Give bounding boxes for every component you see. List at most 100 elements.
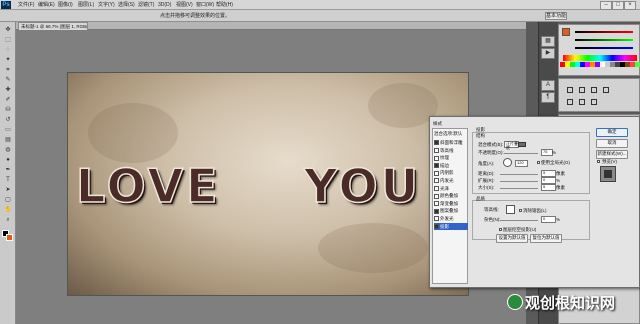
- ok-button[interactable]: 确定: [596, 128, 628, 137]
- minimize-icon[interactable]: –: [600, 1, 612, 10]
- style-checkbox[interactable]: [434, 208, 439, 214]
- style-item[interactable]: 纹理: [434, 154, 468, 161]
- style-item[interactable]: 颜色叠加: [434, 192, 468, 199]
- character-panel-icon[interactable]: A: [541, 80, 555, 91]
- menu-item[interactable]: 选择(S): [118, 1, 135, 9]
- color-swatch[interactable]: [635, 62, 640, 67]
- menu-item[interactable]: 编辑(E): [38, 1, 55, 9]
- brush-tool-icon[interactable]: ✐: [3, 96, 13, 104]
- menu-item[interactable]: 文件(F): [18, 1, 34, 9]
- color-balance-icon[interactable]: [579, 99, 585, 105]
- angle-dial[interactable]: [503, 158, 512, 167]
- paragraph-panel-icon[interactable]: ¶: [541, 92, 555, 103]
- distance-slider[interactable]: [500, 174, 538, 175]
- menu-item[interactable]: 滤镜(T): [138, 1, 154, 9]
- blue-slider[interactable]: [575, 47, 633, 49]
- menu-item[interactable]: 视图(V): [176, 1, 193, 9]
- close-icon[interactable]: ×: [624, 1, 636, 10]
- menu-item[interactable]: 窗口(W): [196, 1, 214, 9]
- menu-item[interactable]: 3D(D): [158, 1, 171, 9]
- gradient-tool-icon[interactable]: ▤: [3, 136, 13, 144]
- style-checkbox[interactable]: [434, 163, 439, 169]
- shadow-color-swatch[interactable]: [518, 142, 526, 147]
- blend-mode-select[interactable]: 正片叠底: [504, 141, 519, 150]
- eraser-tool-icon[interactable]: ▭: [3, 126, 13, 134]
- cancel-button[interactable]: 取消: [596, 139, 628, 148]
- healing-brush-tool-icon[interactable]: ✚: [3, 86, 13, 94]
- background-color-swatch[interactable]: [6, 234, 13, 241]
- hand-tool-icon[interactable]: ✋: [3, 206, 13, 214]
- levels-icon[interactable]: [579, 87, 585, 93]
- marquee-tool-icon[interactable]: ⬚: [3, 36, 13, 44]
- style-checkbox[interactable]: [434, 178, 439, 184]
- type-tool-icon[interactable]: T: [3, 176, 13, 184]
- anti-alias-checkbox[interactable]: [519, 209, 522, 212]
- brightness-icon[interactable]: [567, 87, 573, 93]
- style-checkbox[interactable]: [434, 193, 439, 199]
- reset-default-button[interactable]: 复位为默认值: [530, 234, 562, 243]
- history-panel-icon[interactable]: ▦: [541, 36, 555, 47]
- style-item[interactable]: 外发光: [434, 215, 468, 222]
- eyedropper-tool-icon[interactable]: ✎: [3, 76, 13, 84]
- pen-tool-icon[interactable]: ✒: [3, 166, 13, 174]
- style-item[interactable]: 等高线: [434, 147, 468, 154]
- new-style-button[interactable]: 新建样式(W)...: [596, 150, 628, 159]
- spread-field[interactable]: 0: [541, 177, 556, 184]
- noise-slider[interactable]: [500, 220, 538, 221]
- angle-field[interactable]: 120: [515, 160, 528, 167]
- black-white-icon[interactable]: [591, 99, 597, 105]
- knockout-checkbox[interactable]: [499, 228, 502, 231]
- history-brush-tool-icon[interactable]: ↺: [3, 116, 13, 124]
- size-field[interactable]: 5: [541, 184, 556, 191]
- opacity-slider[interactable]: [504, 153, 538, 154]
- hue-saturation-icon[interactable]: [567, 99, 573, 105]
- document-canvas[interactable]: LOVE YOU: [68, 73, 468, 295]
- actions-panel-icon[interactable]: ▶: [541, 48, 555, 59]
- magic-wand-tool-icon[interactable]: ✦: [3, 56, 13, 64]
- crop-tool-icon[interactable]: ⌗: [3, 66, 13, 74]
- size-slider[interactable]: [500, 188, 538, 189]
- distance-field[interactable]: 5: [541, 170, 556, 177]
- style-item[interactable]: 内发光: [434, 177, 468, 184]
- move-tool-icon[interactable]: ✥: [3, 26, 13, 34]
- red-slider[interactable]: [575, 31, 633, 33]
- menu-item[interactable]: 帮助(H): [216, 1, 233, 9]
- style-item[interactable]: 内阴影: [434, 169, 468, 176]
- lasso-tool-icon[interactable]: ◌: [3, 46, 13, 54]
- style-checkbox[interactable]: [434, 170, 439, 176]
- make-default-button[interactable]: 设置为默认值: [496, 234, 528, 243]
- menu-item[interactable]: 文字(Y): [98, 1, 115, 9]
- style-checkbox[interactable]: [434, 185, 439, 191]
- style-item[interactable]: 图案叠加: [434, 207, 468, 214]
- curves-icon[interactable]: [591, 87, 597, 93]
- spread-slider[interactable]: [500, 181, 538, 182]
- global-light-checkbox[interactable]: [537, 161, 540, 164]
- document-tab[interactable]: 未标题-1 @ 66.7% (图层 1, RGB/8): [18, 22, 88, 30]
- maximize-icon[interactable]: □: [612, 1, 624, 10]
- style-checkbox[interactable]: [434, 223, 439, 229]
- style-checkbox[interactable]: [434, 140, 439, 146]
- dodge-tool-icon[interactable]: ●: [3, 156, 13, 164]
- color-ramp[interactable]: [563, 55, 637, 61]
- style-item[interactable]: 渐变叠加: [434, 200, 468, 207]
- style-checkbox[interactable]: [434, 201, 439, 207]
- style-checkbox[interactable]: [434, 216, 439, 222]
- blending-options-item[interactable]: 混合选项:默认: [434, 130, 468, 137]
- style-item[interactable]: 光泽: [434, 185, 468, 192]
- style-item[interactable]: 斜面和浮雕: [434, 139, 468, 146]
- style-checkbox[interactable]: [434, 155, 439, 161]
- style-item[interactable]: 描边: [434, 162, 468, 169]
- style-checkbox[interactable]: [434, 147, 439, 153]
- menu-item[interactable]: 图层(L): [78, 1, 94, 9]
- menu-item[interactable]: 图像(I): [58, 1, 73, 9]
- color-preview[interactable]: [562, 28, 570, 36]
- noise-field[interactable]: 0: [541, 216, 556, 223]
- green-slider[interactable]: [575, 39, 633, 41]
- exposure-icon[interactable]: [603, 87, 609, 93]
- preview-checkbox[interactable]: [597, 160, 600, 163]
- style-item[interactable]: 投影: [434, 222, 468, 230]
- workspace-button[interactable]: 基本功能: [545, 12, 567, 20]
- clone-stamp-tool-icon[interactable]: ⛁: [3, 106, 13, 114]
- path-selection-tool-icon[interactable]: ➤: [3, 186, 13, 194]
- contour-picker[interactable]: [506, 205, 515, 214]
